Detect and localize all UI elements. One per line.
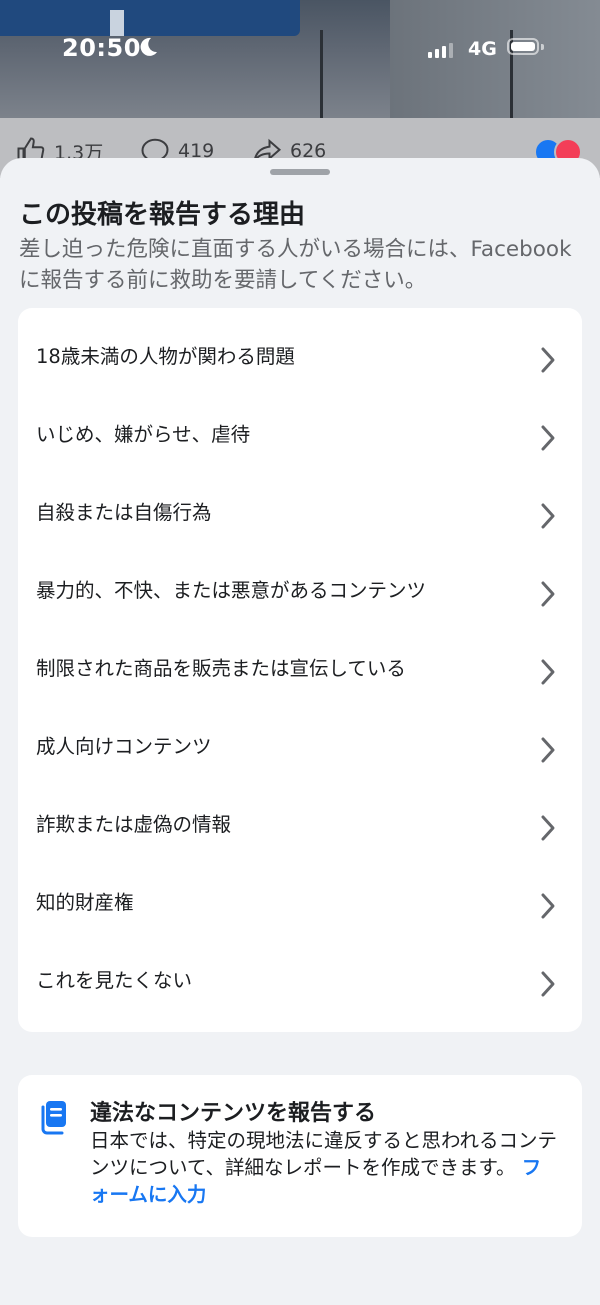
report-sheet: この投稿を報告する理由 差し迫った危険に直面する人がいる場合には、Faceboo…	[0, 158, 600, 1305]
reason-item-scam[interactable]: 詐欺または虚偽の情報	[18, 786, 582, 864]
moon-icon	[140, 37, 157, 56]
chevron-right-icon	[541, 347, 555, 373]
reason-label: いじめ、嫌がらせ、虐待	[36, 423, 251, 446]
reason-item-under-18[interactable]: 18歳未満の人物が関わる問題	[18, 318, 582, 396]
reason-label: これを見たくない	[36, 969, 193, 992]
reason-item-self-harm[interactable]: 自殺または自傷行為	[18, 474, 582, 552]
reason-item-adult-content[interactable]: 成人向けコンテンツ	[18, 708, 582, 786]
description-text: 日本では、特定の現地法に違反すると思われるコンテンツについて、詳細なレポートを作…	[90, 1129, 558, 1179]
reason-label: 詐欺または虚偽の情報	[36, 813, 232, 836]
chevron-right-icon	[541, 815, 555, 841]
chevron-right-icon	[541, 503, 555, 529]
reason-item-intellectual-property[interactable]: 知的財産権	[18, 864, 582, 942]
sheet-title: この投稿を報告する理由	[19, 200, 306, 230]
drag-handle[interactable]	[270, 169, 330, 175]
document-icon	[41, 1101, 66, 1135]
chevron-right-icon	[541, 971, 555, 997]
chevron-right-icon	[541, 581, 555, 607]
illegal-content-title: 違法なコンテンツを報告する	[90, 1101, 377, 1126]
illegal-content-description: 日本では、特定の現地法に違反すると思われるコンテンツについて、詳細なレポートを作…	[90, 1127, 560, 1208]
reason-item-violent[interactable]: 暴力的、不快、または悪意があるコンテンツ	[18, 552, 582, 630]
chevron-right-icon	[541, 737, 555, 763]
reason-item-dont-want-to-see[interactable]: これを見たくない	[18, 942, 582, 1020]
reason-list: 18歳未満の人物が関わる問題 いじめ、嫌がらせ、虐待 自殺または自傷行為 暴力的…	[18, 308, 582, 1032]
reason-label: 暴力的、不快、または悪意があるコンテンツ	[36, 579, 427, 602]
status-bar: 20:50 4G	[0, 30, 600, 70]
signal-icon	[428, 43, 453, 58]
network-type: 4G	[468, 38, 497, 60]
reason-label: 制限された商品を販売または宣伝している	[36, 657, 406, 680]
reason-label: 知的財産権	[36, 891, 134, 914]
chevron-right-icon	[541, 659, 555, 685]
chevron-right-icon	[541, 893, 555, 919]
reason-label: 成人向けコンテンツ	[36, 735, 212, 758]
status-time: 20:50	[62, 34, 141, 62]
reason-label: 18歳未満の人物が関わる問題	[36, 345, 295, 368]
reason-item-restricted-goods[interactable]: 制限された商品を販売または宣伝している	[18, 630, 582, 708]
chevron-right-icon	[541, 425, 555, 451]
illegal-content-card: 違法なコンテンツを報告する 日本では、特定の現地法に違反すると思われるコンテンツ…	[18, 1075, 582, 1237]
reason-item-bullying[interactable]: いじめ、嫌がらせ、虐待	[18, 396, 582, 474]
sheet-subtitle: 差し迫った危険に直面する人がいる場合には、Facebookに報告する前に救助を要…	[19, 237, 572, 293]
battery-icon	[507, 38, 539, 55]
reason-label: 自殺または自傷行為	[36, 501, 212, 524]
